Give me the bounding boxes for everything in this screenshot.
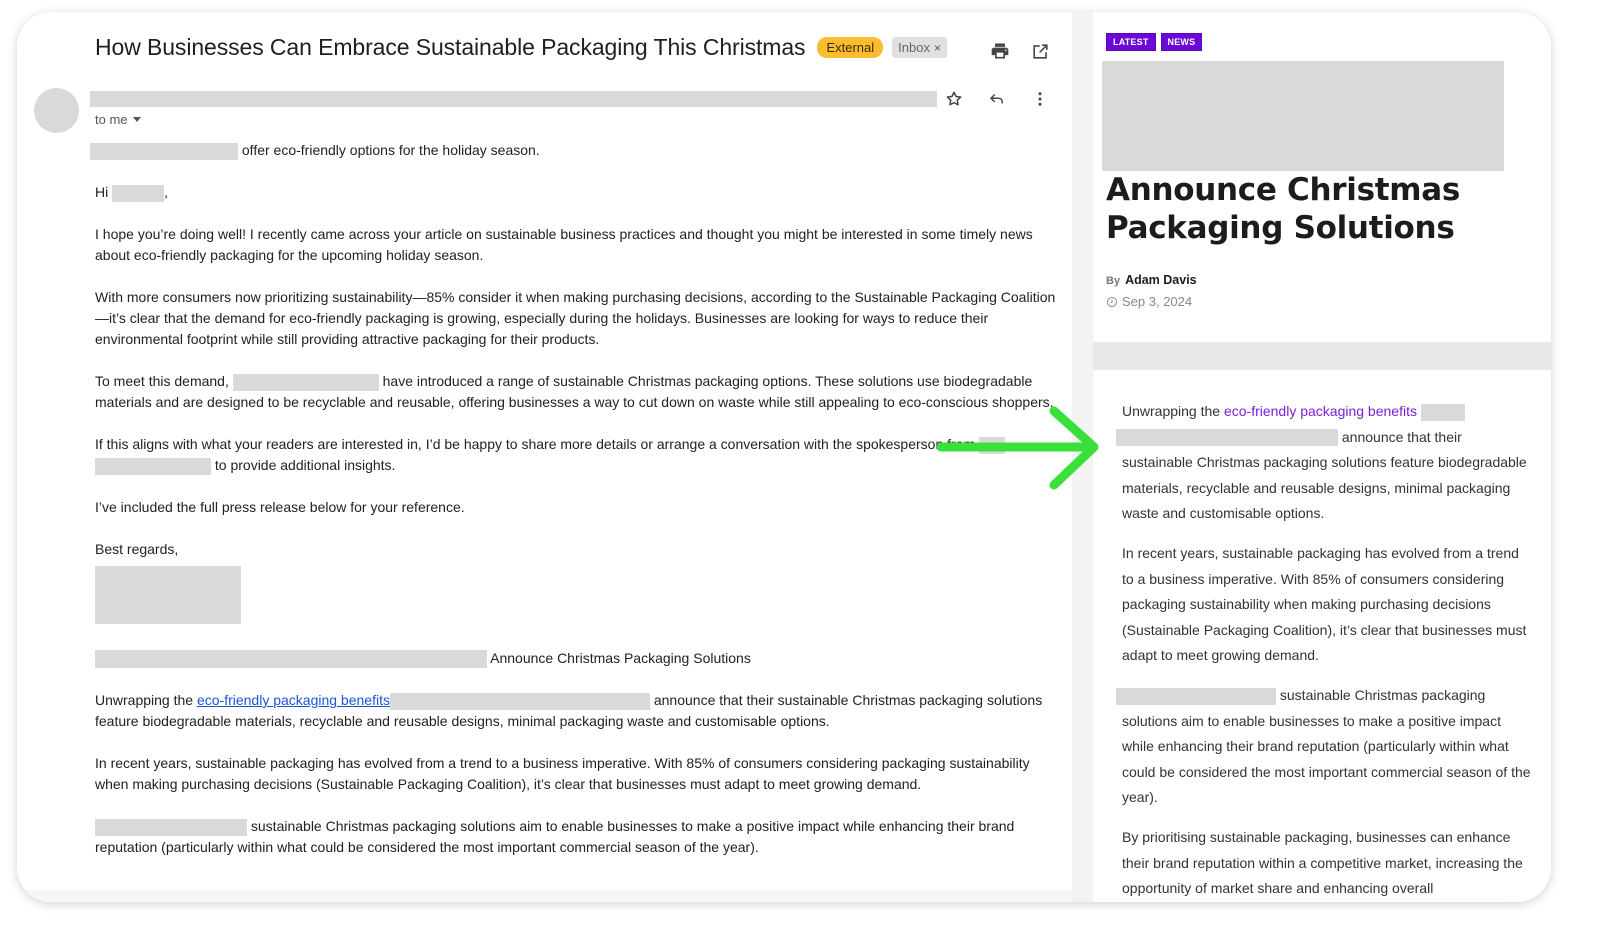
redacted-company [95,818,247,836]
redacted-company [1116,429,1338,447]
inbox-label[interactable]: Inbox × [892,37,947,58]
article-paragraph: In recent years, sustainable packaging h… [1122,544,1527,664]
email-paragraph: To meet this demand, have introduced a r… [95,371,1065,413]
email-footer-strip [17,890,1072,902]
tag-news[interactable]: NEWS [1160,33,1203,51]
article-date: Sep 3, 2024 [1106,294,1192,309]
sender-avatar [34,88,79,133]
star-icon [946,91,962,106]
reply-icon [989,93,1003,104]
redacted-recipient-name [112,184,165,202]
recipient-details-toggle[interactable]: to me [95,112,141,127]
redacted-company [389,692,650,710]
redacted-company [1420,403,1465,421]
article-hero-image [1102,61,1504,171]
press-release-paragraph: Unwrapping the eco-friendly packaging be… [95,690,1065,732]
article-panel: LATEST NEWS Announce Christmas Packaging… [1093,12,1551,902]
paragraph-text: to provide additional insights. [214,457,396,473]
print-button[interactable] [989,40,1011,62]
redacted-company [1116,687,1276,705]
preheader-line: offer eco-friendly options for the holid… [90,140,1065,161]
paragraph-text: Unwrapping the [1122,403,1221,419]
external-label: External [817,37,884,58]
redacted-company [232,373,379,391]
greeting-comma: , [164,184,169,200]
comparison-frame: How Businesses Can Embrace Sustainable P… [17,12,1551,902]
print-icon [991,43,1009,59]
author-name[interactable]: Adam Davis [1125,273,1197,287]
paragraph-text: To meet this demand, [95,373,229,389]
eco-friendly-benefits-link[interactable]: eco-friendly packaging benefits [1224,403,1417,419]
open-in-new-window-icon [1032,43,1048,59]
article-tags: LATEST NEWS [1106,33,1203,51]
date-text: Sep 3, 2024 [1122,294,1193,309]
press-release-paragraph: In recent years, sustainable packaging h… [95,755,1030,792]
paragraph-text: Unwrapping the [95,692,194,708]
eco-friendly-benefits-link[interactable]: eco-friendly packaging benefits [197,692,390,708]
email-panel: How Businesses Can Embrace Sustainable P… [17,12,1072,902]
redacted-signature [95,566,241,624]
email-paragraph: With more consumers now prioritizing sus… [95,289,1056,347]
email-body: offer eco-friendly options for the holid… [90,140,1065,879]
open-in-new-window-button[interactable] [1029,40,1051,62]
more-options-button[interactable] [1029,88,1051,110]
article-paragraph: By prioritising sustainable packaging, b… [1122,828,1523,897]
article-byline: By Adam Davis [1106,273,1197,287]
redacted-company [95,650,487,669]
article-paragraph: sustainable Christmas packaging solution… [1116,683,1532,811]
greeting-text: Hi [95,184,109,200]
clock-icon [1107,296,1117,307]
article-divider [1093,342,1551,370]
greeting: Hi , [95,182,1065,203]
comparison-arrow-icon [937,406,1099,490]
redacted-company [90,142,238,160]
press-release-paragraph: sustainable Christmas packaging solution… [95,816,1065,858]
article-body: Unwrapping the eco-friendly packaging be… [1116,399,1532,902]
remove-label-icon[interactable]: × [934,41,941,55]
byline-prefix: By [1106,275,1121,287]
email-paragraph: I’ve included the full press release bel… [95,499,465,515]
email-header: How Businesses Can Embrace Sustainable P… [95,34,947,61]
signoff: Best regards, [95,541,179,557]
chevron-down-icon [132,117,141,122]
star-button[interactable] [943,88,965,110]
sender-name-redacted [90,91,937,107]
headline-text: Announce Christmas Packaging Solutions [490,650,751,666]
recipient-text: to me [95,112,128,127]
press-release-headline: Announce Christmas Packaging Solutions [95,648,1065,669]
reply-button[interactable] [986,88,1008,110]
inbox-label-text: Inbox [898,40,930,55]
email-subject: How Businesses Can Embrace Sustainable P… [95,34,806,60]
email-paragraph: If this aligns with what your readers ar… [95,434,1065,476]
redacted-company [95,457,211,475]
more-vert-icon [1038,92,1042,106]
preheader-text: offer eco-friendly options for the holid… [241,142,540,158]
paragraph-text: If this aligns with what your readers ar… [95,436,976,452]
tag-latest[interactable]: LATEST [1106,33,1156,51]
article-paragraph: Unwrapping the eco-friendly packaging be… [1116,399,1532,527]
article-title: Announce Christmas Packaging Solutions [1106,172,1461,246]
email-paragraph: I hope you’re doing well! I recently cam… [95,226,1033,263]
